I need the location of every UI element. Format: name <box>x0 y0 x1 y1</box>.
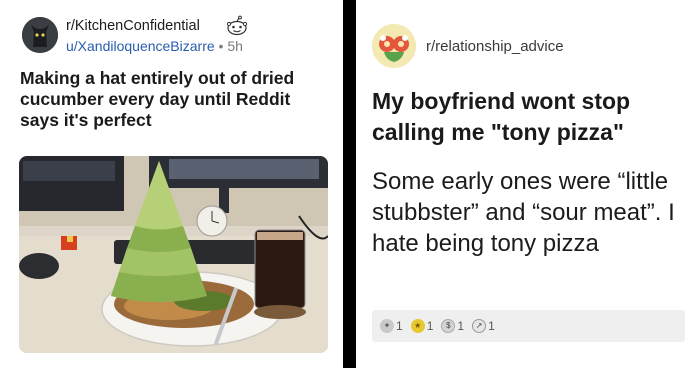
award-count: 1 <box>457 319 465 333</box>
award-count: 1 <box>396 319 403 333</box>
award-item[interactable]: $ 1 <box>441 319 464 333</box>
post-time: 5h <box>227 38 243 54</box>
snoo-icon <box>226 15 248 37</box>
post-title[interactable]: My boyfriend wont stop calling me "tony … <box>372 86 692 148</box>
left-post-card: r/KitchenConfidential u/XandiloquenceBiz… <box>0 0 343 368</box>
meta-separator: • <box>218 38 224 54</box>
award-item[interactable]: ✦ 1 <box>380 319 403 333</box>
username-link[interactable]: u/XandiloquenceBizarre <box>66 38 215 54</box>
flowers-avatar-icon[interactable] <box>372 24 416 68</box>
award-item[interactable]: ★ 1 <box>410 319 434 333</box>
award-count: 1 <box>426 319 434 333</box>
post-image[interactable] <box>19 156 328 353</box>
awards-bar: ✦ 1 ★ 1 $ 1 ↗ 1 <box>372 310 685 342</box>
subreddit-name[interactable]: r/relationship_advice <box>426 38 564 55</box>
cat-avatar-icon[interactable] <box>22 17 58 53</box>
post-body: Some early ones were “little stubbster” … <box>372 168 675 257</box>
silver-award-icon: ✦ <box>380 319 394 333</box>
gold-award-icon: ★ <box>410 319 425 333</box>
post-meta: u/XandiloquenceBizarre • 5h <box>66 38 243 54</box>
helpful-award-icon: ↗ <box>472 319 487 333</box>
right-post-card: r/relationship_advice My boyfriend wont … <box>356 0 700 368</box>
subreddit-name[interactable]: r/KitchenConfidential <box>66 18 200 34</box>
coin-award-icon: $ <box>441 319 456 333</box>
award-count: 1 <box>488 319 495 333</box>
award-item[interactable]: ↗ 1 <box>472 319 495 333</box>
post-title[interactable]: Making a hat entirely out of dried cucum… <box>20 68 325 131</box>
